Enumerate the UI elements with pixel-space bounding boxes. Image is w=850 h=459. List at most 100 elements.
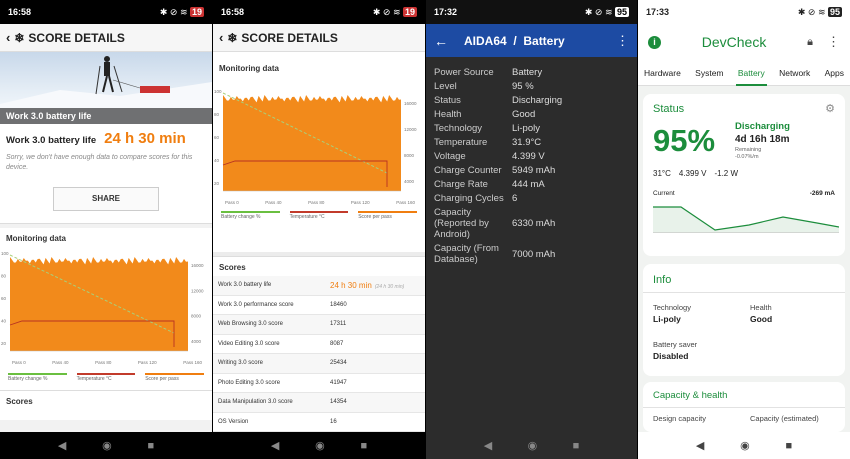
capacity-title: Capacity & health — [653, 390, 728, 401]
app-title: DevCheck — [701, 34, 767, 50]
nav-home-icon[interactable]: ◉ — [740, 439, 750, 452]
y-right-tick: 8000 — [404, 153, 415, 158]
design-capacity-label: Design capacity — [653, 414, 706, 423]
score-value: 17311 — [330, 321, 420, 327]
status-icons: ✱ ⊘ ≋ 95 — [584, 6, 629, 17]
legend-temperature: Temperature °C — [76, 373, 136, 382]
score-label: OS Version — [218, 418, 249, 425]
x-tick-label: Pass 80 — [308, 200, 325, 205]
panel-devcheck: 17:33 ✱ ⊘ ≋ 95 i DevCheck 🔒︎ ⋮ Hardware … — [638, 0, 850, 459]
x-tick-label: Pass 80 — [95, 360, 112, 365]
current-label: Current — [653, 190, 675, 197]
nav-recents-icon[interactable]: ■ — [573, 440, 580, 452]
x-tick-label: Pass 0 — [225, 200, 239, 205]
status-icons: ✱ ⊘ ≋ 19 — [372, 6, 417, 17]
app-bar: ‹ ❄ SCORE DETAILS — [213, 24, 425, 52]
nav-back-icon[interactable]: ◀ — [484, 439, 492, 452]
info-label: Status — [434, 95, 461, 106]
panel-3dmark-details: 16:58 ✱ ⊘ ≋ 19 ‹ ❄ SCORE DETAILS Monitor… — [213, 0, 425, 459]
x-tick-label: Pass 40 — [265, 200, 282, 205]
info-row: Status Discharging — [426, 95, 637, 106]
result-value: 24 h 30 min — [104, 130, 186, 147]
nav-home-icon[interactable]: ◉ — [528, 439, 538, 452]
info-row: Voltage 4.399 V — [426, 151, 637, 162]
voltage-value: 4.399 V — [678, 169, 707, 178]
score-row: Work 3.0 performance score 18460 — [213, 295, 425, 315]
score-value-text: 25434 — [330, 360, 347, 367]
y-right-tick: 12000 — [191, 288, 204, 293]
estimated-capacity-label: Capacity (estimated) — [750, 414, 819, 423]
score-value-text: 17311 — [330, 321, 347, 328]
tab-hardware[interactable]: Hardware — [642, 60, 683, 86]
app-bar: ‹ ❄ SCORE DETAILS — [0, 24, 212, 52]
score-value: 14354 — [330, 399, 420, 405]
chart-legend: Battery change % Temperature °C Score pe… — [0, 373, 212, 382]
nav-recents-icon[interactable]: ■ — [360, 440, 367, 452]
tab-battery[interactable]: Battery — [735, 60, 767, 86]
status-icons: ✱ ⊘ ≋ 19 — [159, 6, 204, 17]
y-left-tick: 40 — [1, 319, 7, 324]
app-bar: i DevCheck 🔒︎ ⋮ — [638, 24, 850, 60]
nav-back-icon[interactable]: ◀ — [58, 439, 66, 452]
info-label: Charging Cycles — [434, 193, 504, 204]
current-graph — [653, 206, 840, 233]
info-icon[interactable]: i — [648, 35, 661, 49]
technology-value: Li-poly — [653, 314, 681, 324]
battery-saver-label: Battery saver — [653, 340, 698, 349]
remaining-label: Remaining — [735, 147, 762, 153]
nav-recents-icon[interactable]: ■ — [147, 440, 154, 452]
page-title: AIDA64 / Battery — [464, 33, 565, 48]
y-left-tick: 60 — [214, 135, 220, 140]
info-row: Charge Counter 5949 mAh — [426, 165, 637, 176]
remaining-time: 4d 16h 18m — [735, 134, 790, 145]
score-value-text: 14354 — [330, 399, 347, 406]
nav-recents-icon[interactable]: ■ — [785, 440, 792, 452]
status-bar: 17:32 ✱ ⊘ ≋ 95 — [426, 0, 637, 24]
x-tick-label: Pass 160 — [183, 360, 202, 365]
info-value: Battery — [512, 67, 543, 78]
overflow-menu-icon[interactable]: ⋮ — [827, 34, 840, 50]
technology-label: Technology — [653, 303, 691, 312]
snowflake-icon: ❄ — [14, 30, 25, 45]
overflow-menu-icon[interactable]: ⋮ — [616, 33, 629, 49]
battery-info-list: Power Source Battery Level 95 % Status Discha… — [426, 57, 637, 265]
info-label: Technology — [434, 123, 483, 134]
monitoring-title: Monitoring data — [6, 234, 66, 243]
nav-home-icon[interactable]: ◉ — [102, 439, 112, 452]
y-left-tick: 60 — [1, 296, 7, 301]
score-row: Data Manipulation 3.0 score 14354 — [213, 393, 425, 413]
lock-icon[interactable]: 🔒︎ — [807, 36, 813, 49]
settings-gear-icon[interactable]: ⚙ — [825, 102, 835, 115]
y-right-tick: 4000 — [404, 179, 415, 184]
battery-indicator: 95 — [614, 6, 629, 17]
info-value: 5949 mAh — [512, 165, 556, 176]
nav-bar: ◀ ◉ ■ — [426, 432, 637, 459]
score-value-text: 41947 — [330, 379, 347, 386]
battery-saver-value: Disabled — [653, 351, 689, 361]
back-arrow-icon[interactable]: ‹ — [6, 30, 10, 45]
nav-back-icon[interactable]: ◀ — [271, 439, 279, 452]
back-arrow-icon[interactable]: ‹ — [219, 30, 223, 45]
score-value-text: 18460 — [330, 301, 347, 308]
tab-network[interactable]: Network — [777, 60, 812, 86]
chart-x-ticks: Pass 0 Pass 40 Pass 80 Pass 120 Pass 160 — [0, 360, 212, 365]
result-name: Work 3.0 battery life — [6, 135, 97, 146]
status-card: Status ⚙ 95% Discharging 4d 16h 18m Rema… — [643, 94, 845, 256]
share-button[interactable]: SHARE — [53, 187, 159, 211]
nav-back-icon[interactable]: ◀ — [696, 439, 704, 452]
nav-home-icon[interactable]: ◉ — [315, 439, 325, 452]
info-label: Capacity (From Database) — [434, 243, 499, 265]
info-value: 6 — [512, 193, 518, 204]
info-label: Capacity (Reported by Android) — [434, 207, 489, 240]
back-arrow-icon[interactable]: ← — [434, 33, 448, 49]
tab-system[interactable]: System — [693, 60, 725, 86]
status-time: 17:32 — [434, 7, 458, 17]
hero-label: Work 3.0 battery life — [0, 108, 212, 124]
score-label: Writing 3.0 score — [218, 360, 263, 367]
y-left-tick: 100 — [214, 89, 222, 94]
score-row: Photo Editing 3.0 score 41947 — [213, 373, 425, 393]
discharge-rate: -0.07%/m — [735, 154, 759, 160]
y-right-tick: 4000 — [191, 339, 202, 344]
tab-apps[interactable]: Apps — [823, 60, 846, 86]
info-value: 7000 mAh — [512, 248, 556, 260]
